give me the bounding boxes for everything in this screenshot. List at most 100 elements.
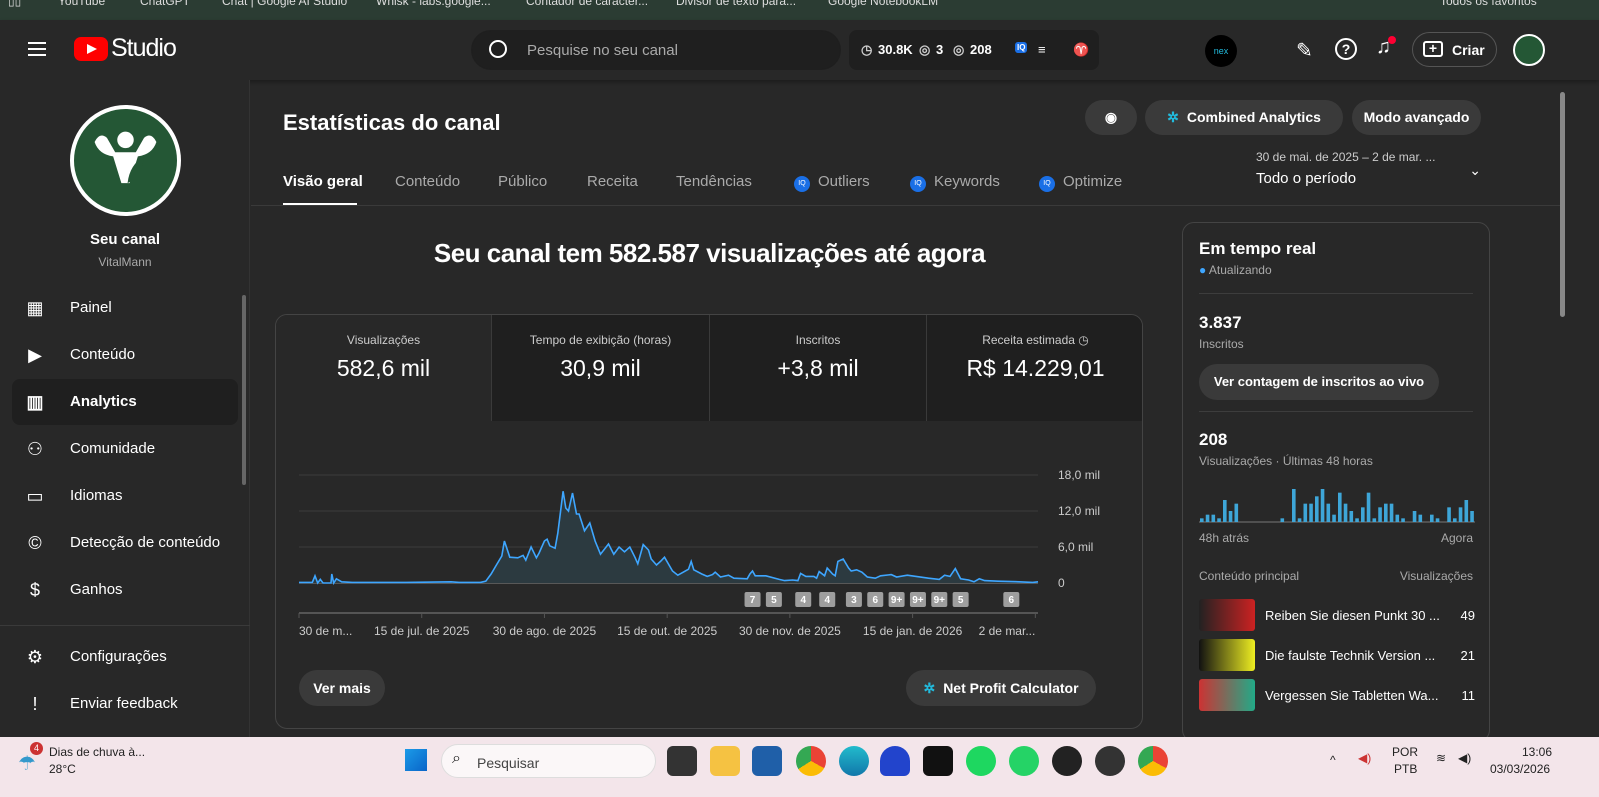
sidebar-item-comunidade[interactable]: ⚇ Comunidade: [12, 426, 238, 472]
weather-text[interactable]: Dias de chuva à...: [49, 745, 145, 759]
net-profit-button[interactable]: ✲ Net Profit Calculator: [906, 670, 1096, 706]
youtube-logo-icon[interactable]: [74, 37, 108, 61]
realtime-status: ● Atualizando: [1199, 263, 1272, 277]
bookmark[interactable]: Whisk - labs.google...: [376, 0, 491, 8]
taskbar-search[interactable]: ⌕ Pesquisar: [441, 744, 656, 778]
tab-label: Outliers: [818, 173, 870, 190]
period-selector[interactable]: 30 de mai. de 2025 – 2 de mar. ... Todo …: [1256, 150, 1481, 190]
realtime-bar: [1470, 511, 1474, 522]
list-icon[interactable]: ≡: [1038, 42, 1046, 57]
app-icon[interactable]: [1052, 746, 1082, 776]
views-48h-label: Visualizações · Últimas 48 horas: [1199, 454, 1373, 468]
bookmark[interactable]: Contador de caracter...: [526, 0, 648, 8]
create-button[interactable]: + Criar: [1412, 32, 1497, 67]
vidiq-icon[interactable]: IQ: [1015, 42, 1028, 53]
advanced-mode-button[interactable]: Modo avançado: [1352, 100, 1481, 135]
sidebar-item-painel[interactable]: ▦ Painel: [12, 285, 238, 331]
bookmark[interactable]: Google NotebookLM: [828, 0, 938, 8]
capcut-icon[interactable]: [923, 746, 953, 776]
page-scrollbar[interactable]: [1560, 92, 1565, 317]
wifi-icon[interactable]: ≋: [1436, 751, 1446, 765]
sidebar-item-analytics[interactable]: ▥ Analytics: [12, 379, 238, 425]
metric-subscribers[interactable]: Inscritos +3,8 mil: [710, 315, 927, 421]
sidebar-item-label: Ganhos: [70, 581, 123, 598]
whatsapp-icon[interactable]: [1009, 746, 1039, 776]
menu-icon[interactable]: [28, 42, 46, 56]
studio-logo-text: Studio: [111, 34, 177, 62]
obs-icon[interactable]: [1095, 746, 1125, 776]
tab-3[interactable]: Receita: [587, 173, 638, 190]
tab-5[interactable]: IQ Outliers: [794, 173, 870, 192]
spotify-icon[interactable]: [966, 746, 996, 776]
sidebar-item-conte-do[interactable]: ▶ Conteúdo: [12, 332, 238, 378]
windows-start-icon[interactable]: [404, 748, 428, 772]
sidebar-scrollbar[interactable]: [242, 295, 246, 485]
audio-app-icon[interactable]: [880, 746, 910, 776]
create-label: Criar: [1452, 42, 1485, 58]
search-icon: [489, 40, 507, 58]
sidebar-item-configura-es[interactable]: ⚙ Configurações: [12, 634, 238, 680]
combined-analytics-button[interactable]: ✲ Combined Analytics: [1145, 100, 1343, 135]
realtime-bar-chart: [1199, 489, 1475, 523]
sidebar-item-label: Idiomas: [70, 487, 123, 504]
account-avatar[interactable]: [1513, 34, 1545, 66]
trophy-icon[interactable]: ♈: [1073, 42, 1089, 58]
divider: [0, 625, 250, 626]
tab-0[interactable]: Visão geral: [283, 173, 363, 190]
bookmark[interactable]: ChatGPT: [140, 0, 190, 8]
task-view-icon[interactable]: [667, 746, 697, 776]
x-tick-label: 30 de m...: [299, 624, 352, 638]
all-bookmarks[interactable]: Todos os favoritos: [1440, 0, 1537, 8]
realtime-bar: [1234, 503, 1239, 522]
top-content-label: Conteúdo principal: [1199, 569, 1300, 583]
tab-2[interactable]: Público: [498, 173, 547, 190]
tab-4[interactable]: Tendências: [676, 173, 752, 190]
bookmark[interactable]: YouTube: [58, 0, 105, 8]
chrome-active-icon[interactable]: [1138, 746, 1168, 776]
bookmark[interactable]: Divisor de texto para...: [676, 0, 796, 8]
top-content-item[interactable]: Reiben Sie diesen Punkt 30 ... 49: [1199, 599, 1475, 631]
help-icon[interactable]: ?: [1335, 38, 1357, 60]
create-post-icon[interactable]: ✎: [1296, 38, 1313, 63]
sidebar-item-idiomas[interactable]: ▭ Idiomas: [12, 473, 238, 519]
see-more-button[interactable]: Ver mais: [299, 670, 385, 706]
apps-icon[interactable]: ▯▯: [8, 0, 21, 8]
lang-2[interactable]: PTB: [1394, 762, 1417, 776]
sidebar-item-enviar-feedback[interactable]: ! Enviar feedback: [12, 681, 238, 727]
top-content-item[interactable]: Vergessen Sie Tabletten Wa... 11: [1199, 679, 1475, 711]
speaker-icon[interactable]: ◀): [1458, 751, 1471, 765]
channel-avatar[interactable]: [70, 105, 181, 216]
channel-stats-widget[interactable]: ◷ 30.8K ◎ 3 ◎ 208 IQ ≡ ♈: [849, 30, 1099, 70]
tab-label: Keywords: [934, 173, 1000, 190]
tab-1[interactable]: Conteúdo: [395, 173, 460, 190]
edge-icon[interactable]: [839, 746, 869, 776]
live-count-button[interactable]: Ver contagem de inscritos ao vivo: [1199, 364, 1439, 400]
lang-1[interactable]: POR: [1392, 745, 1418, 759]
live-dot-icon: ●: [1199, 263, 1207, 277]
chrome-icon[interactable]: [796, 746, 826, 776]
nexlev-icon: ✲: [923, 680, 936, 696]
metric-revenue[interactable]: Receita estimada ◷ R$ 14.229,01: [927, 315, 1142, 421]
store-icon[interactable]: [752, 746, 782, 776]
tab-6[interactable]: IQ Keywords: [910, 173, 1000, 192]
realtime-bar: [1366, 492, 1371, 522]
notifications-icon[interactable]: ♫: [1376, 36, 1396, 59]
metric-views[interactable]: Visualizações 582,6 mil: [276, 315, 492, 421]
search-input[interactable]: Pesquise no seu canal: [471, 30, 841, 70]
sidebar-item-detec-o-de-conte-do[interactable]: © Detecção de conteúdo: [12, 520, 238, 566]
eye-icon: ◎: [953, 42, 965, 57]
clock-time[interactable]: 13:06: [1522, 745, 1552, 759]
file-explorer-icon[interactable]: [710, 746, 740, 776]
screenshot-button[interactable]: ◉: [1085, 100, 1137, 135]
sidebar-item-ganhos[interactable]: $ Ganhos: [12, 567, 238, 613]
nexlev-icon[interactable]: nex: [1205, 35, 1237, 67]
volume-alert-icon[interactable]: ◀): [1358, 751, 1371, 765]
metric-watch-time[interactable]: Tempo de exibição (horas) 30,9 mil: [492, 315, 710, 421]
top-content-item[interactable]: Die faulste Technik Version ... 21: [1199, 639, 1475, 671]
chevron-up-icon[interactable]: ^: [1330, 753, 1336, 767]
stat-value: 208: [970, 42, 992, 57]
clock-date[interactable]: 03/03/2026: [1490, 762, 1550, 776]
bookmark[interactable]: Chat | Google AI Studio: [222, 0, 347, 8]
realtime-panel: Em tempo real ● Atualizando 3.837 Inscri…: [1182, 222, 1490, 742]
tab-7[interactable]: IQ Optimize: [1039, 173, 1122, 192]
